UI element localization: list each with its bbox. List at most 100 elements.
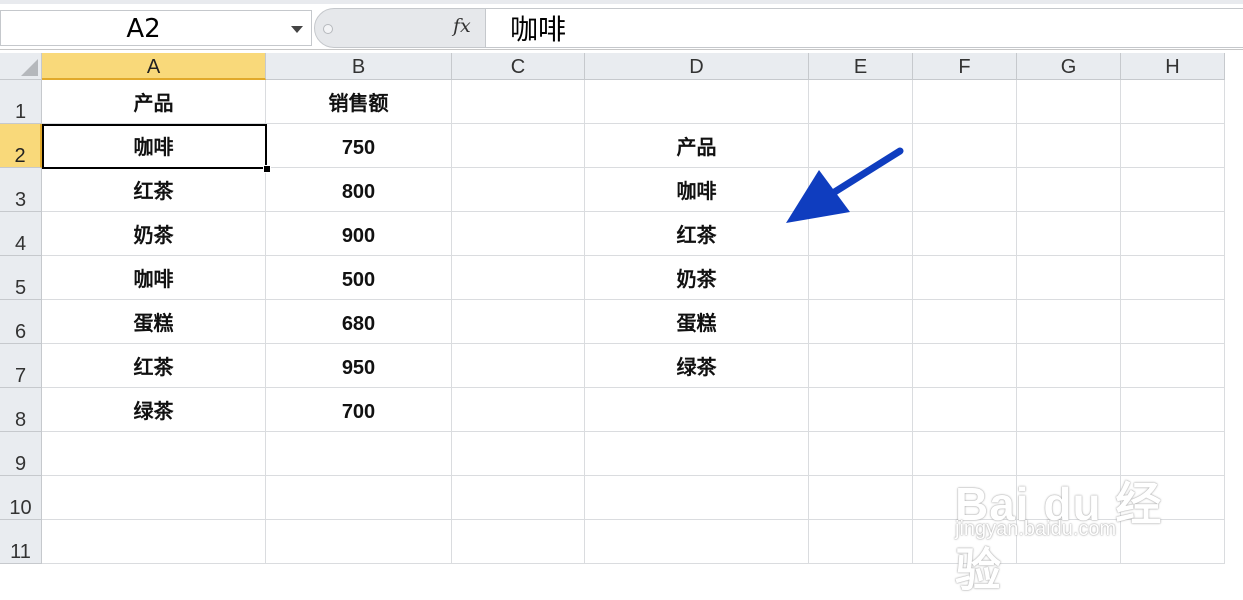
- insert-function-icon[interactable]: fx: [453, 15, 471, 37]
- cell-d9[interactable]: [585, 432, 809, 476]
- row-header-6[interactable]: 6: [0, 300, 42, 344]
- fill-handle[interactable]: [263, 165, 271, 173]
- cell-g8[interactable]: [1017, 388, 1121, 432]
- cell-e6[interactable]: [809, 300, 913, 344]
- cell-d2[interactable]: 产品: [585, 124, 809, 168]
- cell-h4[interactable]: [1121, 212, 1225, 256]
- cell-g7[interactable]: [1017, 344, 1121, 388]
- select-all-button[interactable]: [0, 53, 42, 80]
- cell-d11[interactable]: [585, 520, 809, 564]
- cell-a9[interactable]: [42, 432, 266, 476]
- cell-d7[interactable]: 绿茶: [585, 344, 809, 388]
- row-header-9[interactable]: 9: [0, 432, 42, 476]
- cell-b5[interactable]: 500: [266, 256, 452, 300]
- cell-g6[interactable]: [1017, 300, 1121, 344]
- cell-f2[interactable]: [913, 124, 1017, 168]
- column-header-e[interactable]: E: [809, 53, 913, 80]
- cell-c3[interactable]: [452, 168, 585, 212]
- cell-f5[interactable]: [913, 256, 1017, 300]
- row-header-1[interactable]: 1: [0, 80, 42, 124]
- cell-g10[interactable]: [1017, 476, 1121, 520]
- row-header-11[interactable]: 11: [0, 520, 42, 564]
- name-box[interactable]: A2: [0, 10, 312, 46]
- spreadsheet-grid[interactable]: A B C D E F G H 1 产品 销售额 2 咖啡 750 产品 3 红茶 800 咖啡 4 奶茶 900 红茶 5 咖…: [0, 53, 1243, 574]
- cell-g9[interactable]: [1017, 432, 1121, 476]
- cell-d5[interactable]: 奶茶: [585, 256, 809, 300]
- cell-c11[interactable]: [452, 520, 585, 564]
- cell-f7[interactable]: [913, 344, 1017, 388]
- cell-a6[interactable]: 蛋糕: [42, 300, 266, 344]
- cell-g5[interactable]: [1017, 256, 1121, 300]
- row-header-2[interactable]: 2: [0, 124, 42, 168]
- cell-h9[interactable]: [1121, 432, 1225, 476]
- cell-e1[interactable]: [809, 80, 913, 124]
- cell-d10[interactable]: [585, 476, 809, 520]
- cell-f10[interactable]: [913, 476, 1017, 520]
- cell-f4[interactable]: [913, 212, 1017, 256]
- cell-e11[interactable]: [809, 520, 913, 564]
- row-header-8[interactable]: 8: [0, 388, 42, 432]
- cell-f6[interactable]: [913, 300, 1017, 344]
- cell-h6[interactable]: [1121, 300, 1225, 344]
- cell-c1[interactable]: [452, 80, 585, 124]
- formula-input[interactable]: 咖啡: [486, 8, 1243, 48]
- cell-c2[interactable]: [452, 124, 585, 168]
- column-header-f[interactable]: F: [913, 53, 1017, 80]
- cell-d8[interactable]: [585, 388, 809, 432]
- column-header-c[interactable]: C: [452, 53, 585, 80]
- cell-e2[interactable]: [809, 124, 913, 168]
- cell-h10[interactable]: [1121, 476, 1225, 520]
- cell-c8[interactable]: [452, 388, 585, 432]
- cell-b8[interactable]: 700: [266, 388, 452, 432]
- cell-f1[interactable]: [913, 80, 1017, 124]
- cell-e8[interactable]: [809, 388, 913, 432]
- cell-a10[interactable]: [42, 476, 266, 520]
- cell-b10[interactable]: [266, 476, 452, 520]
- cell-c5[interactable]: [452, 256, 585, 300]
- row-header-5[interactable]: 5: [0, 256, 42, 300]
- cell-a1[interactable]: 产品: [42, 80, 266, 124]
- cell-b3[interactable]: 800: [266, 168, 452, 212]
- cell-g11[interactable]: [1017, 520, 1121, 564]
- cell-h8[interactable]: [1121, 388, 1225, 432]
- cell-c10[interactable]: [452, 476, 585, 520]
- cell-h1[interactable]: [1121, 80, 1225, 124]
- cell-f8[interactable]: [913, 388, 1017, 432]
- cell-b6[interactable]: 680: [266, 300, 452, 344]
- cell-g3[interactable]: [1017, 168, 1121, 212]
- cell-c7[interactable]: [452, 344, 585, 388]
- cell-a11[interactable]: [42, 520, 266, 564]
- cell-d1[interactable]: [585, 80, 809, 124]
- row-header-7[interactable]: 7: [0, 344, 42, 388]
- row-header-10[interactable]: 10: [0, 476, 42, 520]
- chevron-down-icon[interactable]: [291, 26, 303, 33]
- row-header-4[interactable]: 4: [0, 212, 42, 256]
- cell-b11[interactable]: [266, 520, 452, 564]
- cell-d4[interactable]: 红茶: [585, 212, 809, 256]
- cell-a8[interactable]: 绿茶: [42, 388, 266, 432]
- cell-c9[interactable]: [452, 432, 585, 476]
- cell-e9[interactable]: [809, 432, 913, 476]
- cell-a2[interactable]: 咖啡: [42, 124, 266, 168]
- column-header-b[interactable]: B: [266, 53, 452, 80]
- cell-a3[interactable]: 红茶: [42, 168, 266, 212]
- cell-f9[interactable]: [913, 432, 1017, 476]
- cell-e4[interactable]: [809, 212, 913, 256]
- cell-g4[interactable]: [1017, 212, 1121, 256]
- column-header-h[interactable]: H: [1121, 53, 1225, 80]
- cell-g2[interactable]: [1017, 124, 1121, 168]
- resize-handle-icon[interactable]: [323, 24, 333, 34]
- cell-h2[interactable]: [1121, 124, 1225, 168]
- cell-h7[interactable]: [1121, 344, 1225, 388]
- cell-h5[interactable]: [1121, 256, 1225, 300]
- cell-a7[interactable]: 红茶: [42, 344, 266, 388]
- cell-b4[interactable]: 900: [266, 212, 452, 256]
- column-header-a[interactable]: A: [42, 53, 266, 80]
- cell-e10[interactable]: [809, 476, 913, 520]
- cell-c6[interactable]: [452, 300, 585, 344]
- cell-b7[interactable]: 950: [266, 344, 452, 388]
- row-header-3[interactable]: 3: [0, 168, 42, 212]
- cell-c4[interactable]: [452, 212, 585, 256]
- cell-d6[interactable]: 蛋糕: [585, 300, 809, 344]
- cell-e7[interactable]: [809, 344, 913, 388]
